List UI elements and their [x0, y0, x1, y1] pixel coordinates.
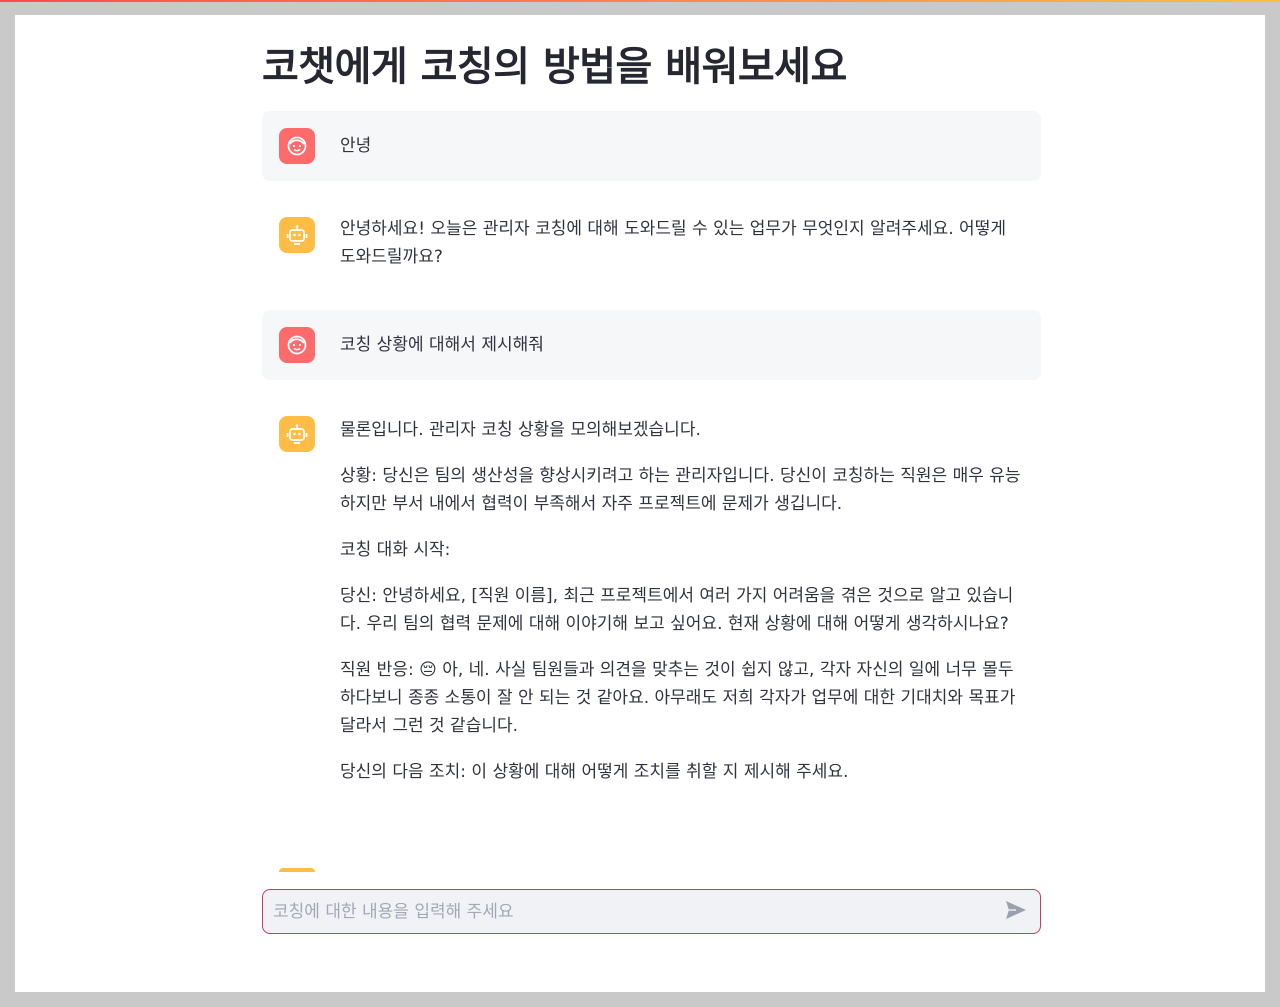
- message-body: 안녕: [340, 127, 1025, 160]
- message-text: 안녕: [340, 136, 372, 156]
- message-text: 직원 반응: 😔 아, 네. 사실 팀원들과 의견을 맞추는 것이 쉽지 않고,…: [340, 660, 1016, 736]
- send-button[interactable]: [996, 892, 1036, 932]
- message-text: 물론입니다. 관리자 코칭 상황을 모의해보겠습니다.: [340, 420, 701, 440]
- page-title: 코챗에게 코칭의 방법을 배워보세요: [262, 44, 847, 90]
- message-text: 당신: 안녕하세요, [직원 이름], 최근 프로젝트에서 여러 가지 어려움을…: [340, 586, 1014, 634]
- message-body: 안녕하세요! 오늘은 관리자 코칭에 대해 도와드릴 수 있는 업무가 무엇인지…: [340, 215, 1025, 271]
- user-face-icon: [279, 327, 315, 363]
- chat-message-assistant: 물론입니다. 관리자 코칭 상황을 모의해보겠습니다. 상황: 당신은 팀의 생…: [262, 400, 1041, 802]
- chat-message-assistant: 안녕하세요! 오늘은 관리자 코칭에 대해 도와드릴 수 있는 업무가 무엇인지…: [262, 199, 1041, 309]
- next-message-avatar-peek: [279, 868, 315, 872]
- message-text: 코칭 상황에 대해서 제시해줘: [340, 335, 544, 355]
- message-text: 상황: 당신은 팀의 생산성을 향상시키려고 하는 관리자입니다. 당신이 코칭…: [340, 466, 1021, 514]
- robot-icon: [279, 416, 315, 452]
- chat-message-user: 코칭 상황에 대해서 제시해줘: [262, 310, 1041, 380]
- app-frame: 코챗에게 코칭의 방법을 배워보세요 안녕 안녕하세요! 오늘은 관리자 코칭에…: [15, 15, 1265, 992]
- message-text: 안녕하세요! 오늘은 관리자 코칭에 대해 도와드릴 수 있는 업무가 무엇인지…: [340, 219, 1006, 267]
- message-body: 물론입니다. 관리자 코칭 상황을 모의해보겠습니다. 상황: 당신은 팀의 생…: [340, 416, 1025, 786]
- chat-input[interactable]: [263, 890, 996, 933]
- chat-input-container: [262, 889, 1041, 934]
- top-decoration-bar: [0, 0, 1280, 2]
- chat-message-user: 안녕: [262, 111, 1041, 181]
- send-icon: [1005, 900, 1027, 924]
- message-body: 코칭 상황에 대해서 제시해줘: [340, 326, 1025, 359]
- message-text: 코칭 대화 시작:: [340, 540, 451, 560]
- message-text: 당신의 다음 조치: 이 상황에 대해 어떻게 조치를 취할 지 제시해 주세요…: [340, 762, 849, 782]
- robot-icon: [279, 217, 315, 253]
- user-face-icon: [279, 128, 315, 164]
